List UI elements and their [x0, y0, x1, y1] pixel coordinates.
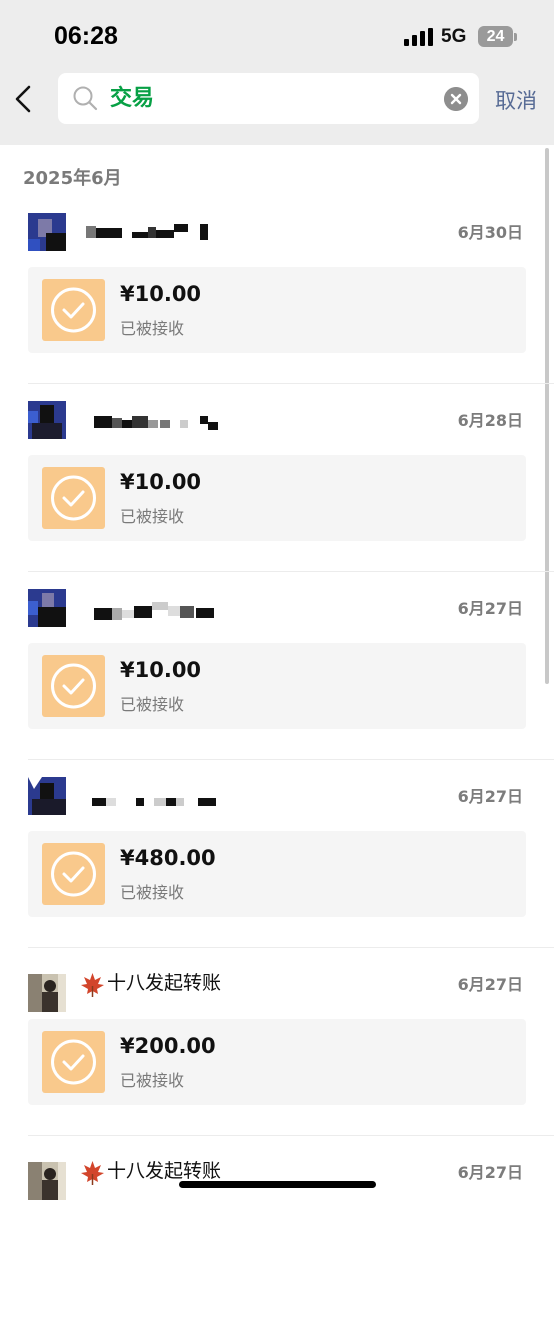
redacted-sender-name [94, 602, 214, 620]
transaction-item[interactable]: 6月28日 ¥10.00 已被接收 [0, 384, 554, 572]
transfer-status: 已被接收 [120, 883, 185, 902]
transfer-status: 已被接收 [120, 319, 185, 338]
month-section-label: 2025年6月 [23, 168, 122, 189]
avatar [28, 401, 66, 439]
check-circle-icon [51, 287, 96, 333]
transfer-status: 已被接收 [120, 695, 185, 714]
status-time: 06:28 [54, 22, 118, 50]
check-circle-icon [51, 1039, 96, 1085]
maple-leaf-icon [81, 1161, 104, 1185]
transfer-amount: ¥10.00 [120, 658, 202, 682]
network-type: 5G [441, 26, 467, 47]
avatar [28, 1162, 66, 1200]
transaction-date: 6月28日 [457, 411, 523, 430]
back-chevron-icon[interactable] [12, 84, 36, 114]
transaction-item[interactable]: 十八发起转账 6月27日 ¥200.00 已被接收 [0, 948, 554, 1136]
transfer-status: 已被接收 [120, 507, 185, 526]
redacted-sender-name [94, 416, 218, 430]
clear-icon[interactable] [444, 87, 468, 111]
transaction-date: 6月27日 [457, 599, 523, 618]
search-field[interactable]: 交易 [58, 73, 479, 124]
check-circle-icon [51, 475, 96, 521]
cellular-signal-icon [404, 28, 433, 46]
transfer-status: 已被接收 [120, 1071, 185, 1090]
transfer-received-tile [42, 467, 105, 529]
transfer-amount: ¥10.00 [120, 470, 202, 494]
check-circle-icon [51, 663, 96, 709]
transfer-received-tile [42, 1031, 105, 1093]
transfer-amount: ¥200.00 [120, 1034, 216, 1058]
battery-level: 24 [486, 28, 505, 45]
battery-tip [514, 33, 517, 41]
transaction-item[interactable]: 6月30日 ¥10.00 已被接收 [0, 196, 554, 384]
home-indicator[interactable] [179, 1181, 376, 1188]
redacted-sender-name [92, 798, 216, 806]
avatar [28, 777, 66, 815]
transfer-card[interactable]: ¥200.00 已被接收 [28, 1019, 526, 1105]
transfer-amount: ¥480.00 [120, 846, 216, 870]
search-icon [73, 86, 98, 111]
avatar [28, 213, 66, 251]
avatar [28, 589, 66, 627]
check-circle-icon [51, 851, 96, 897]
transaction-item[interactable]: 十八发起转账 6月27日 [0, 1136, 554, 1324]
transfer-card[interactable]: ¥480.00 已被接收 [28, 831, 526, 917]
transfer-received-tile [42, 655, 105, 717]
transfer-received-tile [42, 279, 105, 341]
search-input[interactable]: 交易 [110, 85, 154, 113]
transaction-item[interactable]: 6月27日 ¥10.00 已被接收 [0, 572, 554, 760]
cancel-button[interactable]: 取消 [495, 85, 537, 115]
redacted-sender-name [86, 224, 208, 240]
transfer-amount: ¥10.00 [120, 282, 202, 306]
transfer-card[interactable]: ¥10.00 已被接收 [28, 643, 526, 729]
avatar [28, 974, 66, 1012]
transaction-date: 6月27日 [457, 975, 523, 994]
transfer-card[interactable]: ¥10.00 已被接收 [28, 267, 526, 353]
transaction-date: 6月27日 [457, 787, 523, 806]
maple-leaf-icon [81, 973, 104, 997]
transaction-date: 6月27日 [457, 1163, 523, 1182]
sender-name: 十八发起转账 [107, 972, 222, 994]
transaction-date: 6月30日 [457, 223, 523, 242]
transfer-received-tile [42, 843, 105, 905]
top-bar: 06:28 5G 24 交易 取消 [0, 0, 554, 145]
transfer-card[interactable]: ¥10.00 已被接收 [28, 455, 526, 541]
transaction-item[interactable]: 6月27日 ¥480.00 已被接收 [0, 760, 554, 948]
battery-icon: 24 [478, 26, 513, 47]
